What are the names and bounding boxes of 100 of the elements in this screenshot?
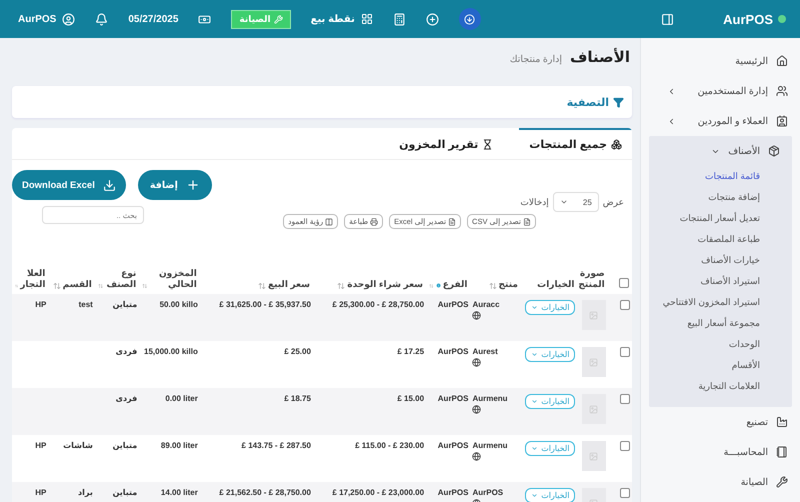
contact-card-icon [776, 115, 788, 127]
row-checkbox[interactable] [620, 300, 630, 310]
select-all-checkbox[interactable] [619, 278, 629, 288]
factory-icon [776, 416, 788, 428]
sidebar-item[interactable]: الأصناف [728, 146, 760, 156]
tab[interactable]: تقرير المخزون [389, 128, 504, 159]
column-header: صورة المنتج [578, 268, 605, 290]
sidebar-item[interactable]: الصيانة [740, 476, 768, 488]
table-cell: AurPOS [438, 347, 468, 356]
page-subtitle: إدارة منتجاتك [510, 54, 562, 65]
submenu-item[interactable]: استيراد الأصناف [649, 271, 792, 292]
submenu-item[interactable]: الوحدات [649, 334, 792, 355]
entries-label: إدخالات [520, 196, 549, 208]
globe-icon [472, 452, 482, 461]
brand-logo[interactable]: AurPOS [723, 12, 773, 26]
boxes-icon [611, 139, 622, 150]
sort-icon[interactable] [337, 282, 346, 290]
calculator-icon[interactable] [392, 12, 406, 26]
table-cell: 15,000.00 killo [144, 347, 198, 356]
column-header: الفرع [442, 279, 468, 290]
entries-select[interactable]: 25 [552, 192, 599, 212]
filter-icon [613, 96, 624, 108]
table-cell: HP [35, 488, 46, 497]
submenu-item[interactable]: استيراد المخزون الافتتاحي [649, 292, 792, 313]
download-excel-button[interactable]: Download Excel [12, 170, 126, 200]
info-icon [436, 281, 441, 290]
table-cell: فردى [116, 347, 138, 356]
table-cell: £ 31,625.00 - £ 35,937.50 [219, 300, 311, 309]
grid-icon[interactable] [360, 13, 373, 25]
image-icon [589, 358, 598, 366]
pos-link[interactable]: نقطة بيع [310, 14, 355, 24]
submenu-item[interactable]: خيارات الأصناف [649, 250, 792, 271]
wrench-icon [274, 14, 283, 24]
table-cell: متباين [112, 441, 138, 450]
date-text: 05/27/2025 [128, 14, 178, 24]
file-icon [448, 218, 456, 226]
submenu-item[interactable]: طباعة الملصقات [649, 229, 792, 250]
sort-icon[interactable] [98, 282, 104, 290]
sort-icon[interactable] [488, 282, 497, 290]
status-dot [778, 15, 786, 23]
table-cell: £ 17.25 [397, 347, 424, 356]
table-cell: £ 18.75 [284, 394, 311, 403]
caret-icon [531, 351, 538, 358]
bell-icon[interactable] [95, 12, 108, 26]
sort-icon[interactable] [142, 282, 148, 290]
sidebar-item[interactable]: الرئيسية [735, 56, 768, 66]
hourglass-icon [482, 139, 494, 150]
table-cell: HP [35, 441, 46, 450]
table-cell: AurPOS [472, 488, 504, 497]
plus-circle-icon[interactable] [426, 12, 439, 26]
row-checkbox[interactable] [620, 441, 630, 451]
table-cell: Aurmenu [472, 441, 508, 450]
sidebar-item[interactable]: إدارة المستخدمين [698, 86, 768, 96]
sidebar-item[interactable]: العملاء و الموردين [698, 116, 768, 126]
download-button[interactable] [458, 8, 481, 30]
submenu-item[interactable]: قائمة المنتجات [649, 166, 792, 187]
sort-icon[interactable] [258, 282, 266, 290]
submenu-item[interactable]: العلامات التجارية [649, 376, 792, 397]
columns-icon [325, 218, 334, 226]
submenu-item[interactable]: مجموعة أسعار البيع [649, 313, 792, 334]
tab[interactable]: جميع المنتجات [519, 128, 632, 159]
wrench-icon [776, 476, 788, 488]
row-checkbox[interactable] [620, 488, 630, 498]
row-checkbox[interactable] [620, 347, 630, 357]
show-label: عرض [602, 196, 624, 208]
table-cell: AurPOS [438, 394, 468, 403]
submenu-item[interactable]: الأقسام [649, 355, 792, 376]
caret-icon [531, 492, 538, 499]
table-cell: 14.00 liter [160, 488, 198, 497]
table-cell: 89.00 liter [160, 441, 198, 450]
table-cell: 0.00 liter [165, 394, 198, 403]
table-cell: فردى [116, 394, 138, 403]
sidebar-item[interactable]: تصنيع [746, 416, 768, 428]
row-checkbox[interactable] [620, 394, 630, 404]
column-header: المخزون الحالي [158, 268, 197, 290]
table-cell: Aurest [472, 347, 498, 356]
filter-panel[interactable]: التصفية [12, 86, 632, 118]
image-icon [589, 452, 598, 460]
user-icon [62, 12, 76, 26]
submenu-item[interactable]: إضافة منتجات [649, 187, 792, 208]
table-cell: £ 15.00 [397, 394, 424, 403]
table-cell: شاشات [63, 441, 93, 450]
table-cell: £ 25.00 [284, 347, 311, 356]
table-cell: Aurmenu [472, 394, 508, 403]
sidebar-item[interactable]: المحاسبـــة [724, 446, 768, 458]
table-cell: £ 21,562.50 - £ 28,750.00 [219, 488, 311, 497]
page-title: الأصناف [570, 48, 630, 66]
notebook-icon [776, 446, 788, 458]
sort-icon[interactable] [52, 282, 61, 290]
column-header: سعر شراء الوحدة [347, 279, 424, 290]
file-icon [523, 218, 531, 226]
banknote-icon[interactable] [198, 12, 212, 26]
add-button[interactable]: إضافة [138, 170, 212, 200]
sidebar-toggle-icon[interactable] [660, 12, 674, 26]
table-cell: £ 17,250.00 - £ 23,000.00 [332, 488, 424, 497]
table-cell: Auracc [472, 300, 500, 309]
user-menu[interactable]: AurPOS [18, 14, 56, 24]
column-header: سعر البيع [268, 279, 310, 290]
sort-icon[interactable] [429, 282, 434, 290]
submenu-item[interactable]: تعديل أسعار المنتجات [649, 208, 792, 229]
